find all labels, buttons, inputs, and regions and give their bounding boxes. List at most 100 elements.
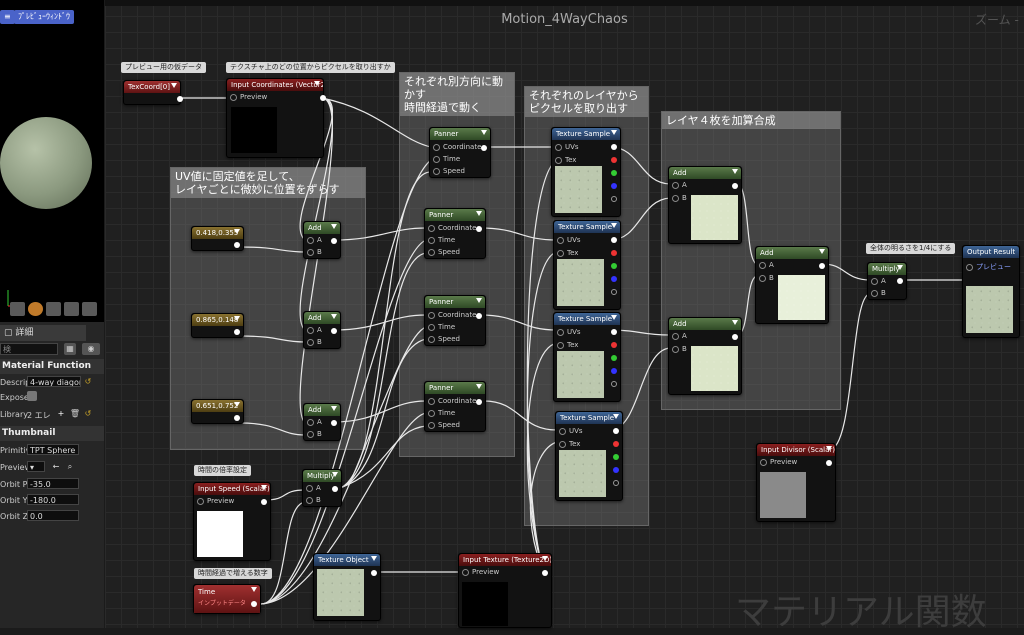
node-input-divisor[interactable]: Input Divisor (Scalar) Preview: [756, 443, 836, 522]
pin-b[interactable]: B: [871, 289, 886, 297]
collapse-arrow-icon[interactable]: [476, 384, 482, 389]
node-texture-sample-1[interactable]: Texture Sample UVs Tex: [551, 127, 621, 217]
node-panner-3[interactable]: Panner Coordinate Time Speed: [424, 295, 486, 346]
output-rgb-pin[interactable]: [611, 329, 617, 335]
output-pin[interactable]: [177, 96, 183, 102]
node-add-final[interactable]: Add A B: [755, 246, 829, 324]
output-pin[interactable]: [819, 263, 825, 269]
grid-view-icon[interactable]: ▦: [64, 343, 76, 355]
pin-coordinate[interactable]: Coordinate: [428, 311, 476, 319]
pin-b[interactable]: B: [672, 345, 687, 353]
output-a-pin[interactable]: [613, 480, 619, 486]
output-r-pin[interactable]: [611, 157, 617, 163]
pin-time[interactable]: Time: [428, 236, 455, 244]
cube-icon[interactable]: [64, 302, 79, 316]
collapse-arrow-icon[interactable]: [613, 414, 619, 419]
node-add-layer-1[interactable]: Add A B: [668, 166, 742, 244]
collapse-arrow-icon[interactable]: [481, 130, 487, 135]
pin-a[interactable]: A: [672, 181, 687, 189]
output-a-pin[interactable]: [611, 289, 617, 295]
collapse-arrow-icon[interactable]: [234, 402, 240, 407]
node-add-uv-1[interactable]: Add A B: [303, 221, 341, 259]
pin-a[interactable]: A: [306, 484, 321, 492]
pin-b[interactable]: B: [759, 274, 774, 282]
output-pin[interactable]: [476, 399, 482, 405]
pin-a[interactable]: A: [672, 332, 687, 340]
viewport-menu-button[interactable]: ≡: [0, 10, 15, 24]
collapse-arrow-icon[interactable]: [331, 224, 337, 229]
cylinder-icon[interactable]: [10, 302, 25, 316]
output-g-pin[interactable]: [611, 263, 617, 269]
pin-a[interactable]: A: [871, 277, 886, 285]
collapse-arrow-icon[interactable]: [371, 556, 377, 561]
pin-a[interactable]: A: [307, 418, 322, 426]
output-pin[interactable]: [826, 460, 832, 466]
pin-preview[interactable]: Preview: [230, 93, 267, 101]
pin-tex[interactable]: Tex: [555, 156, 576, 164]
orbit-yaw-field[interactable]: -180.0: [27, 494, 79, 505]
pin-preview[interactable]: Preview: [197, 497, 234, 505]
output-g-pin[interactable]: [611, 170, 617, 176]
pin-preview[interactable]: Preview: [462, 568, 499, 576]
output-pin[interactable]: [331, 328, 337, 334]
node-constant-2[interactable]: 0.865,0.148: [191, 313, 244, 338]
output-g-pin[interactable]: [611, 355, 617, 361]
output-pin[interactable]: [476, 226, 482, 232]
collapse-arrow-icon[interactable]: [732, 320, 738, 325]
output-r-pin[interactable]: [613, 441, 619, 447]
pin-b[interactable]: B: [306, 496, 321, 504]
output-rgb-pin[interactable]: [611, 237, 617, 243]
node-texture-sample-3[interactable]: Texture Sample UVs Tex: [553, 312, 621, 402]
collapse-arrow-icon[interactable]: [611, 315, 617, 320]
pin-speed[interactable]: Speed: [428, 421, 460, 429]
pin-uvs[interactable]: UVs: [557, 236, 581, 244]
collapse-arrow-icon[interactable]: [332, 472, 338, 477]
primitive-select[interactable]: TPT Sphere: [27, 444, 79, 455]
node-multiply-speed[interactable]: Multiply A B: [302, 469, 342, 507]
pin-uvs[interactable]: UVs: [557, 328, 581, 336]
output-pin[interactable]: [732, 334, 738, 340]
output-a-pin[interactable]: [611, 196, 617, 202]
collapse-arrow-icon[interactable]: [331, 406, 337, 411]
node-texture-object[interactable]: Texture Object: [313, 553, 381, 621]
preview-viewport[interactable]: ≡ ﾌﾟﾚﾋﾞｭｰｳｨﾝﾄﾞｳ: [0, 0, 104, 322]
collapse-arrow-icon[interactable]: [476, 211, 482, 216]
orbit-zoom-field[interactable]: 0.0: [27, 510, 79, 521]
description-field[interactable]: 4-way diagona: [27, 376, 81, 387]
plane-icon[interactable]: [46, 302, 61, 316]
node-input-speed[interactable]: Input Speed (Scalar) Preview: [193, 482, 271, 561]
pin-uvs[interactable]: UVs: [559, 427, 583, 435]
pin-a[interactable]: A: [307, 326, 322, 334]
trash-icon[interactable]: 🗑: [69, 408, 81, 420]
material-function-header[interactable]: Material Function: [0, 359, 104, 374]
output-pin[interactable]: [251, 601, 257, 607]
output-pin[interactable]: [732, 183, 738, 189]
output-rgb-pin[interactable]: [613, 428, 619, 434]
node-input-coordinates[interactable]: Input Coordinates (Vector2) Preview: [226, 78, 326, 158]
node-input-texture[interactable]: Input Texture (Texture2D) Preview: [458, 553, 552, 628]
orbit-pitch-field[interactable]: -35.0: [27, 478, 79, 489]
node-texture-sample-4[interactable]: Texture Sample UVs Tex: [555, 411, 623, 501]
node-add-uv-2[interactable]: Add A B: [303, 311, 341, 349]
pin-time[interactable]: Time: [428, 409, 455, 417]
output-pin[interactable]: [897, 278, 903, 284]
pin-speed[interactable]: Speed: [428, 335, 460, 343]
pin-coordinate[interactable]: Coordinate: [428, 397, 476, 405]
output-pin[interactable]: [371, 570, 377, 576]
collapse-arrow-icon[interactable]: [611, 130, 617, 135]
output-pin[interactable]: [332, 486, 338, 492]
collapse-arrow-icon[interactable]: [897, 265, 903, 270]
pin-b[interactable]: B: [307, 430, 322, 438]
collapse-arrow-icon[interactable]: [251, 587, 257, 592]
output-b-pin[interactable]: [613, 467, 619, 473]
output-pin[interactable]: [261, 499, 267, 505]
collapse-arrow-icon[interactable]: [234, 316, 240, 321]
node-panner-1[interactable]: Panner Coordinate Time Speed: [429, 127, 491, 178]
node-texture-sample-2[interactable]: Texture Sample UVs Tex: [553, 220, 621, 310]
output-pin[interactable]: [234, 415, 240, 421]
collapse-arrow-icon[interactable]: [234, 229, 240, 234]
eye-icon[interactable]: ◉: [82, 343, 100, 355]
thumbnail-header[interactable]: Thumbnail: [0, 426, 104, 441]
output-pin[interactable]: [542, 570, 548, 576]
pin-b[interactable]: B: [672, 194, 687, 202]
